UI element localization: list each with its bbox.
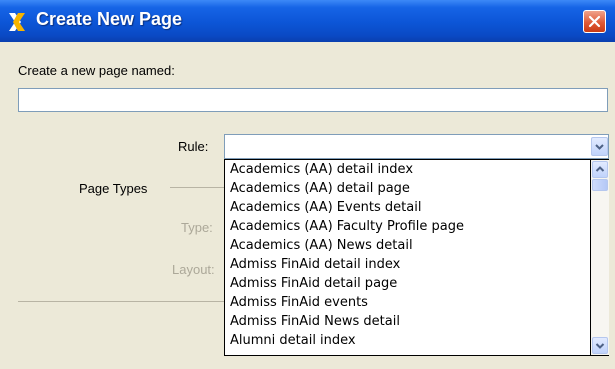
close-icon bbox=[588, 15, 601, 28]
dropdown-scrollbar[interactable] bbox=[591, 159, 609, 356]
rule-option[interactable]: Academics (AA) detail index bbox=[225, 160, 590, 179]
rule-option[interactable]: Admiss FinAid News detail bbox=[225, 312, 590, 331]
separator bbox=[18, 301, 227, 302]
rule-dropdown-button[interactable] bbox=[591, 137, 608, 156]
type-label: Type: bbox=[181, 220, 213, 235]
rule-select[interactable] bbox=[224, 134, 609, 159]
close-button[interactable] bbox=[583, 10, 606, 33]
chevron-up-icon bbox=[595, 166, 605, 172]
layout-label: Layout: bbox=[172, 262, 215, 277]
rule-option[interactable]: Academics (AA) Events detail bbox=[225, 198, 590, 217]
rule-option[interactable]: Admiss FinAid detail index bbox=[225, 255, 590, 274]
page-types-group-label: Page Types bbox=[79, 181, 148, 196]
rule-option[interactable]: Admiss FinAid events bbox=[225, 293, 590, 312]
rule-label: Rule: bbox=[178, 139, 209, 154]
group-divider bbox=[170, 187, 227, 188]
page-name-input[interactable] bbox=[18, 88, 608, 112]
scroll-thumb[interactable] bbox=[592, 179, 608, 191]
page-name-label: Create a new page named: bbox=[18, 63, 175, 78]
chevron-down-icon bbox=[595, 144, 604, 150]
scroll-up-button[interactable] bbox=[592, 161, 608, 178]
rule-option[interactable]: Academics (AA) News detail bbox=[225, 236, 590, 255]
rule-option[interactable]: Academics (AA) Faculty Profile page bbox=[225, 217, 590, 236]
window-title: Create New Page bbox=[36, 9, 183, 29]
rule-option[interactable]: Academics (AA) detail page bbox=[225, 179, 590, 198]
rule-option[interactable]: Alumni detail index bbox=[225, 331, 590, 350]
title-bar[interactable]: Create New Page bbox=[0, 0, 615, 42]
chevron-down-icon bbox=[595, 343, 605, 349]
app-logo-icon bbox=[9, 13, 25, 31]
rule-dropdown-list[interactable]: Academics (AA) detail index Academics (A… bbox=[224, 159, 591, 356]
scroll-down-button[interactable] bbox=[592, 337, 608, 354]
rule-option[interactable]: Admiss FinAid detail page bbox=[225, 274, 590, 293]
